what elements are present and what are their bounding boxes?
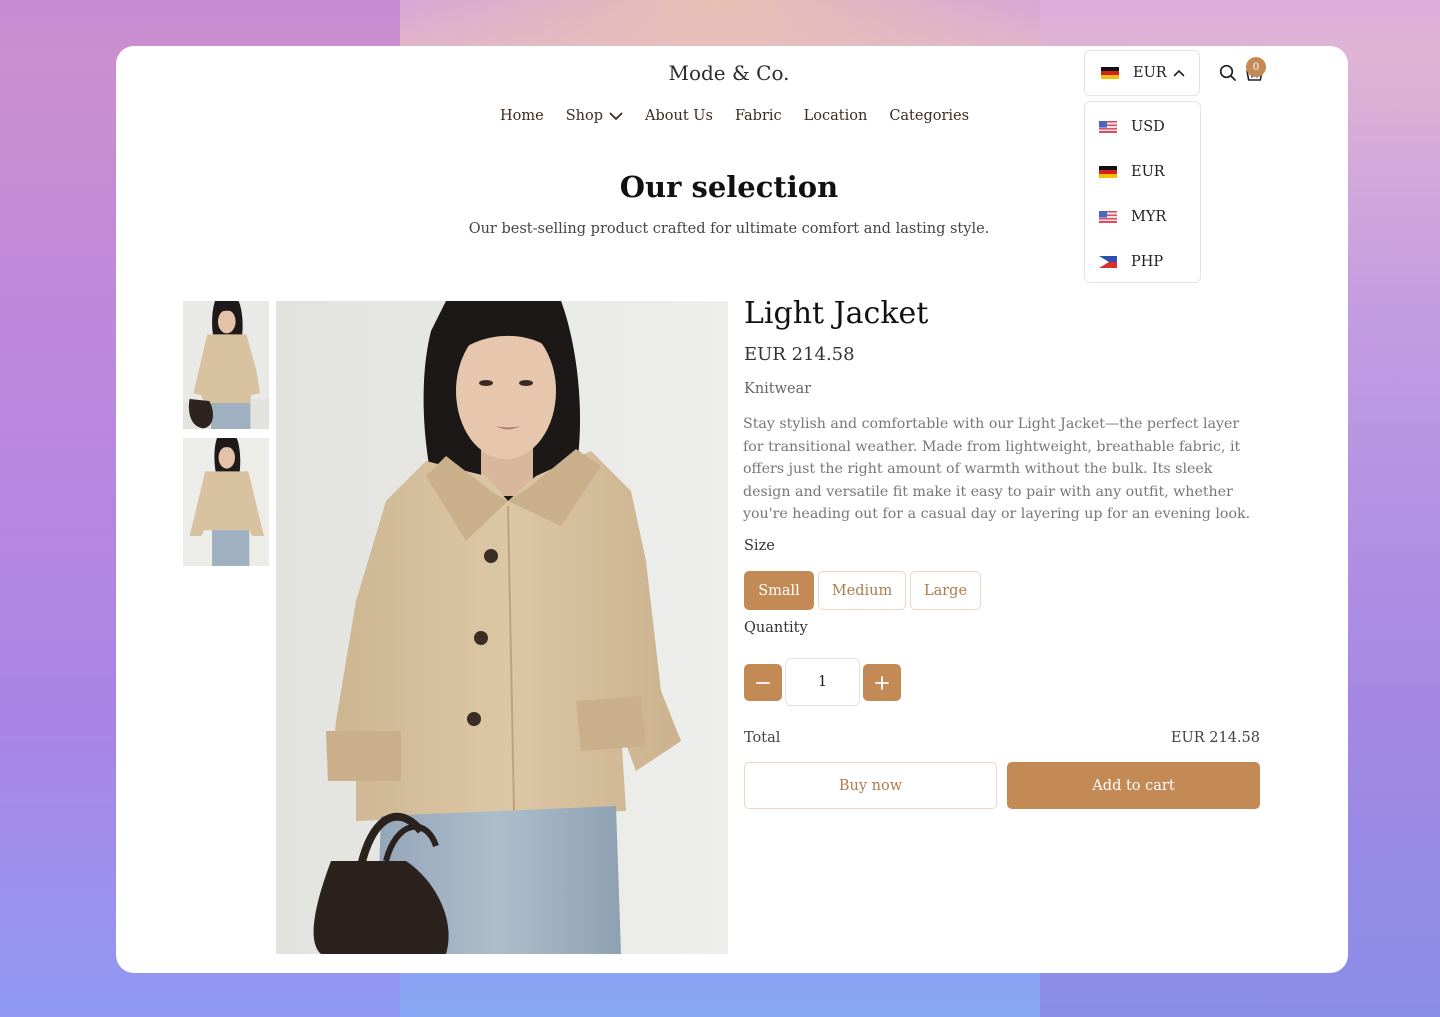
quantity-input[interactable]: 1 (785, 658, 860, 706)
main-nav: Home Shop About Us Fabric Location Categ… (500, 108, 991, 124)
chevron-up-icon (1173, 70, 1185, 77)
add-to-cart-button[interactable]: Add to cart (1007, 762, 1260, 809)
product-main-image (276, 301, 728, 954)
size-option-medium[interactable]: Medium (818, 571, 906, 610)
quantity-decrease-button[interactable] (744, 664, 782, 701)
us-flag-icon (1099, 121, 1117, 133)
nav-fabric[interactable]: Fabric (735, 108, 782, 124)
nav-shop[interactable]: Shop (566, 108, 623, 124)
currency-option-php[interactable]: PHP (1099, 252, 1163, 272)
philippines-flag-icon (1099, 256, 1117, 268)
section-title: Our selection (619, 170, 839, 204)
product-photo (276, 301, 728, 954)
browser-window: Mode & Co. Home Shop About Us Fabric Loc… (116, 46, 1348, 973)
currency-option-usd[interactable]: USD (1099, 117, 1165, 137)
search-icon[interactable] (1219, 64, 1237, 82)
quantity-increase-button[interactable] (863, 664, 901, 701)
nav-shop-label: Shop (565, 108, 604, 124)
product-thumbnail-1[interactable] (183, 301, 269, 429)
product-thumbnail-2[interactable] (183, 438, 269, 566)
plus-icon (875, 675, 889, 690)
size-option-small[interactable]: Small (744, 571, 814, 610)
buy-now-button[interactable]: Buy now (744, 762, 997, 809)
nav-location-label: Location (803, 108, 868, 124)
currency-selector[interactable]: EUR (1084, 50, 1200, 96)
chevron-down-icon (609, 112, 623, 120)
size-label: Size (744, 538, 775, 554)
nav-home[interactable]: Home (500, 108, 544, 124)
nav-about-us-label: About Us (645, 108, 713, 124)
minus-icon (756, 681, 770, 684)
total-label: Total (744, 730, 781, 746)
nav-fabric-label: Fabric (734, 108, 782, 124)
nav-home-label: Home (500, 108, 544, 124)
section-subtitle: Our best-selling product crafted for ult… (468, 221, 990, 237)
currency-selected-label: EUR (1133, 65, 1167, 81)
nav-location[interactable]: Location (804, 108, 868, 124)
quantity-label: Quantity (744, 620, 808, 636)
product-price: EUR 214.58 (744, 344, 855, 365)
nav-categories-label: Categories (889, 108, 970, 124)
product-name: Light Jacket (744, 296, 929, 331)
product-description: Stay stylish and comfortable with our Li… (743, 416, 1251, 523)
currency-option-label: USD (1131, 119, 1165, 135)
product-photo-thumbnail (183, 438, 269, 566)
currency-option-label: PHP (1131, 254, 1164, 270)
size-option-large[interactable]: Large (910, 571, 981, 610)
cart-count-badge: 0 (1246, 57, 1266, 77)
germany-flag-icon (1101, 67, 1119, 79)
product-photo-thumbnail (183, 301, 269, 429)
product-category: Knitwear (744, 381, 812, 397)
total-value: EUR 214.58 (1170, 730, 1260, 746)
nav-categories[interactable]: Categories (889, 108, 969, 124)
nav-about-us[interactable]: About Us (645, 108, 713, 124)
